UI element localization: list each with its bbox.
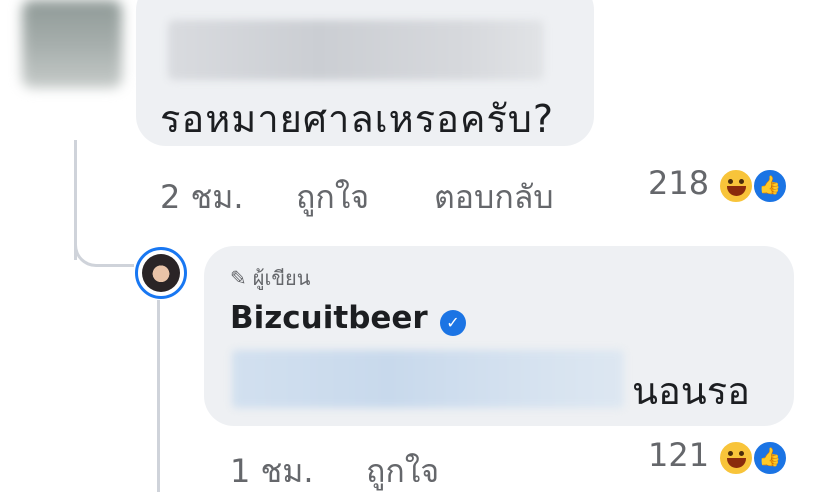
author-badge-label: ผู้เขียน: [252, 266, 311, 290]
haha-icon[interactable]: [718, 440, 754, 476]
commenter-name-blurred[interactable]: [168, 20, 544, 80]
reply-author-name[interactable]: Bizcuitbeer: [230, 300, 428, 336]
comment-time[interactable]: 2 ชม.: [160, 172, 244, 223]
pencil-icon: ✎: [230, 266, 247, 290]
author-badge: ✎ ผู้เขียน: [230, 262, 310, 294]
comment-reply-button[interactable]: ตอบกลับ: [434, 172, 554, 223]
haha-icon[interactable]: [718, 168, 754, 204]
comment-text: รอหมายศาลเหรอครับ?: [160, 97, 555, 141]
author-avatar[interactable]: [142, 254, 180, 292]
reply-text-blurred: [232, 350, 624, 408]
comment-like-button[interactable]: ถูกใจ: [296, 172, 369, 223]
like-icon[interactable]: 👍: [752, 168, 788, 204]
reply-reaction-count[interactable]: 121: [648, 436, 709, 474]
thread-connector: [74, 236, 134, 267]
reply-time[interactable]: 1 ชม.: [230, 446, 314, 497]
reply-like-button[interactable]: ถูกใจ: [366, 446, 439, 497]
like-icon[interactable]: 👍: [752, 440, 788, 476]
reply-text: นอนรอ: [632, 369, 751, 413]
verified-badge-icon: ✓: [440, 310, 466, 336]
comment-reaction-count[interactable]: 218: [648, 164, 709, 202]
reply-thread-line: [157, 300, 160, 492]
commenter-avatar-blurred[interactable]: [22, 0, 122, 88]
